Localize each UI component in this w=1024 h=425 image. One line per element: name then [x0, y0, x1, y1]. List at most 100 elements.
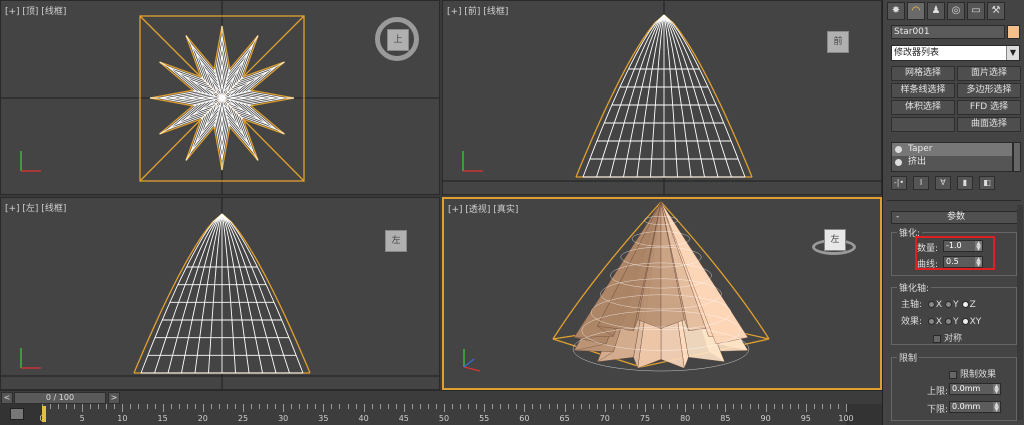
symmetry-checkbox[interactable] — [933, 334, 941, 343]
frame-tick — [307, 404, 309, 409]
viewport-front[interactable]: [+] [前] [线框] 前 — [442, 0, 882, 195]
modifier-set-button[interactable]: 样条线选择 — [891, 83, 955, 98]
track-bar[interactable]: 0510152025303540455055606570758085909510… — [0, 404, 882, 425]
frame-tick — [74, 404, 76, 409]
stack-tool-button[interactable]: I — [913, 176, 929, 190]
primary-axis-row: 主轴: XYZ — [901, 297, 976, 310]
frame-tick-label: 20 — [197, 414, 208, 423]
frame-tick — [669, 404, 671, 409]
chevron-down-icon[interactable]: ▼ — [1006, 46, 1019, 60]
modifier-set-button[interactable]: 面片选择 — [957, 66, 1021, 81]
frame-ruler[interactable]: 0510152025303540455055606570758085909510… — [39, 404, 854, 425]
frame-tick — [604, 404, 606, 412]
frame-tick — [339, 404, 341, 409]
modifier-list-dropdown[interactable]: 修改器列表 ▼ — [891, 45, 1020, 61]
modifier-set-button[interactable]: 网格选择 — [891, 66, 955, 81]
symmetry-row[interactable]: 对称 — [933, 331, 962, 344]
playhead[interactable] — [42, 406, 46, 422]
viewcube-front[interactable]: 前 — [827, 31, 849, 53]
stack-tool-button[interactable]: ▮ — [957, 176, 973, 190]
frame-tick — [323, 404, 325, 412]
viewport-perspective[interactable]: [+] [透视] [真实] 左 — [442, 197, 882, 390]
primary-radio-z[interactable] — [961, 301, 969, 308]
viewcube-perspective[interactable]: 左 — [824, 229, 846, 251]
limit-effect-row[interactable]: 限制效果 — [949, 367, 996, 380]
modifier-stack[interactable]: Taper 挤出 — [891, 142, 1013, 172]
perspective-taper-shaded — [463, 201, 770, 372]
modifier-set-button[interactable]: FFD 选择 — [957, 100, 1021, 115]
frame-tick — [291, 404, 293, 409]
frame-tick — [693, 404, 695, 409]
frame-tick-label: 35 — [318, 414, 329, 423]
modifier-set-button[interactable]: 多边形选择 — [957, 83, 1021, 98]
frame-tick — [564, 404, 566, 412]
frame-tick — [846, 404, 847, 412]
primary-radio-x[interactable] — [927, 301, 935, 308]
panel-scrollbar[interactable] — [1017, 205, 1023, 420]
object-name-field[interactable]: Star001 — [891, 25, 1005, 39]
frame-tick — [419, 404, 421, 409]
viewcube-left[interactable]: 左 — [385, 230, 407, 252]
frame-tick — [701, 404, 703, 409]
prev-frame-button[interactable]: < — [1, 392, 13, 404]
lower-limit-value[interactable]: 0.0mm — [952, 402, 980, 411]
stack-tool-button[interactable]: ◧ — [979, 176, 995, 190]
sun-icon[interactable]: ✸ — [887, 2, 905, 20]
lightbulb-icon[interactable] — [895, 159, 902, 166]
effect-radio-y[interactable] — [945, 318, 953, 325]
modifier-set-button[interactable] — [891, 117, 955, 132]
stack-scrollbar[interactable] — [1013, 142, 1021, 172]
lower-limit-label: 下限: — [927, 405, 949, 415]
next-frame-button[interactable]: > — [108, 392, 120, 404]
hierarchy-icon[interactable]: ♟ — [927, 2, 945, 20]
upper-limit-value[interactable]: 0.0mm — [952, 384, 980, 393]
frame-tick — [781, 404, 783, 409]
frame-tick — [524, 404, 526, 412]
curve-editor-icon[interactable] — [10, 408, 24, 420]
frame-tick — [733, 404, 735, 409]
limit-effect-checkbox[interactable] — [949, 370, 957, 379]
frame-tick — [516, 404, 518, 409]
frame-tick-label: 75 — [639, 414, 651, 423]
utilities-icon[interactable]: ⚒ — [987, 2, 1005, 20]
primary-radio-y[interactable] — [945, 301, 953, 308]
frame-tick — [829, 404, 831, 409]
lower-limit-spinner[interactable]: 0.0mm ▲ ▼ — [949, 401, 1001, 413]
primary-option-label: Z — [969, 300, 976, 310]
curve-icon[interactable]: ◠ — [907, 2, 925, 20]
modifier-set-button[interactable]: 体积选择 — [891, 100, 955, 115]
object-color-swatch[interactable] — [1007, 25, 1020, 39]
effect-radio-xy[interactable] — [961, 318, 969, 325]
frame-tick — [283, 404, 285, 412]
frame-tick — [572, 404, 574, 409]
frame-tick — [226, 404, 228, 409]
motion-icon[interactable]: ◎ — [947, 2, 965, 20]
viewcube-top[interactable]: 上 — [387, 29, 409, 51]
frame-tick-label: 85 — [720, 414, 731, 423]
time-slider[interactable]: 0 / 100 — [14, 392, 106, 404]
time-slider-bar: < 0 / 100 > — [0, 390, 882, 404]
frame-tick-label: 5 — [79, 414, 85, 423]
frame-tick — [210, 404, 212, 409]
max-ui: [+] [顶] [线框] 上 [+] [前] [线框] 前 [+] [左] [线… — [0, 0, 1024, 425]
frame-tick — [677, 404, 679, 409]
parameters-rollout-header[interactable]: - 参数 — [891, 211, 1021, 224]
viewport-left[interactable]: [+] [左] [线框] 左 — [0, 197, 440, 390]
frame-tick — [821, 404, 823, 409]
upper-limit-spinner[interactable]: 0.0mm ▲ ▼ — [949, 383, 1001, 395]
divider — [887, 200, 1021, 201]
effect-radio-x[interactable] — [927, 318, 935, 325]
frame-tick — [90, 404, 92, 409]
modifier-stack-item[interactable]: Taper — [892, 143, 1012, 156]
modifier-set-button[interactable]: 曲面选择 — [957, 117, 1021, 132]
lightbulb-icon[interactable] — [895, 146, 902, 153]
spinner-arrows-icon[interactable]: ▲ ▼ — [993, 402, 1000, 413]
display-icon[interactable]: ▭ — [967, 2, 985, 20]
frame-tick — [749, 404, 751, 409]
effect-axis-row: 效果: X Y XY — [901, 314, 981, 327]
stack-tool-button[interactable]: -|• — [891, 176, 907, 190]
modifier-stack-item[interactable]: 挤出 — [892, 156, 1012, 169]
viewport-top[interactable]: [+] [顶] [线框] 上 — [0, 0, 440, 195]
stack-tool-button[interactable]: ∀ — [935, 176, 951, 190]
spinner-arrows-icon[interactable]: ▲ ▼ — [993, 384, 1000, 395]
